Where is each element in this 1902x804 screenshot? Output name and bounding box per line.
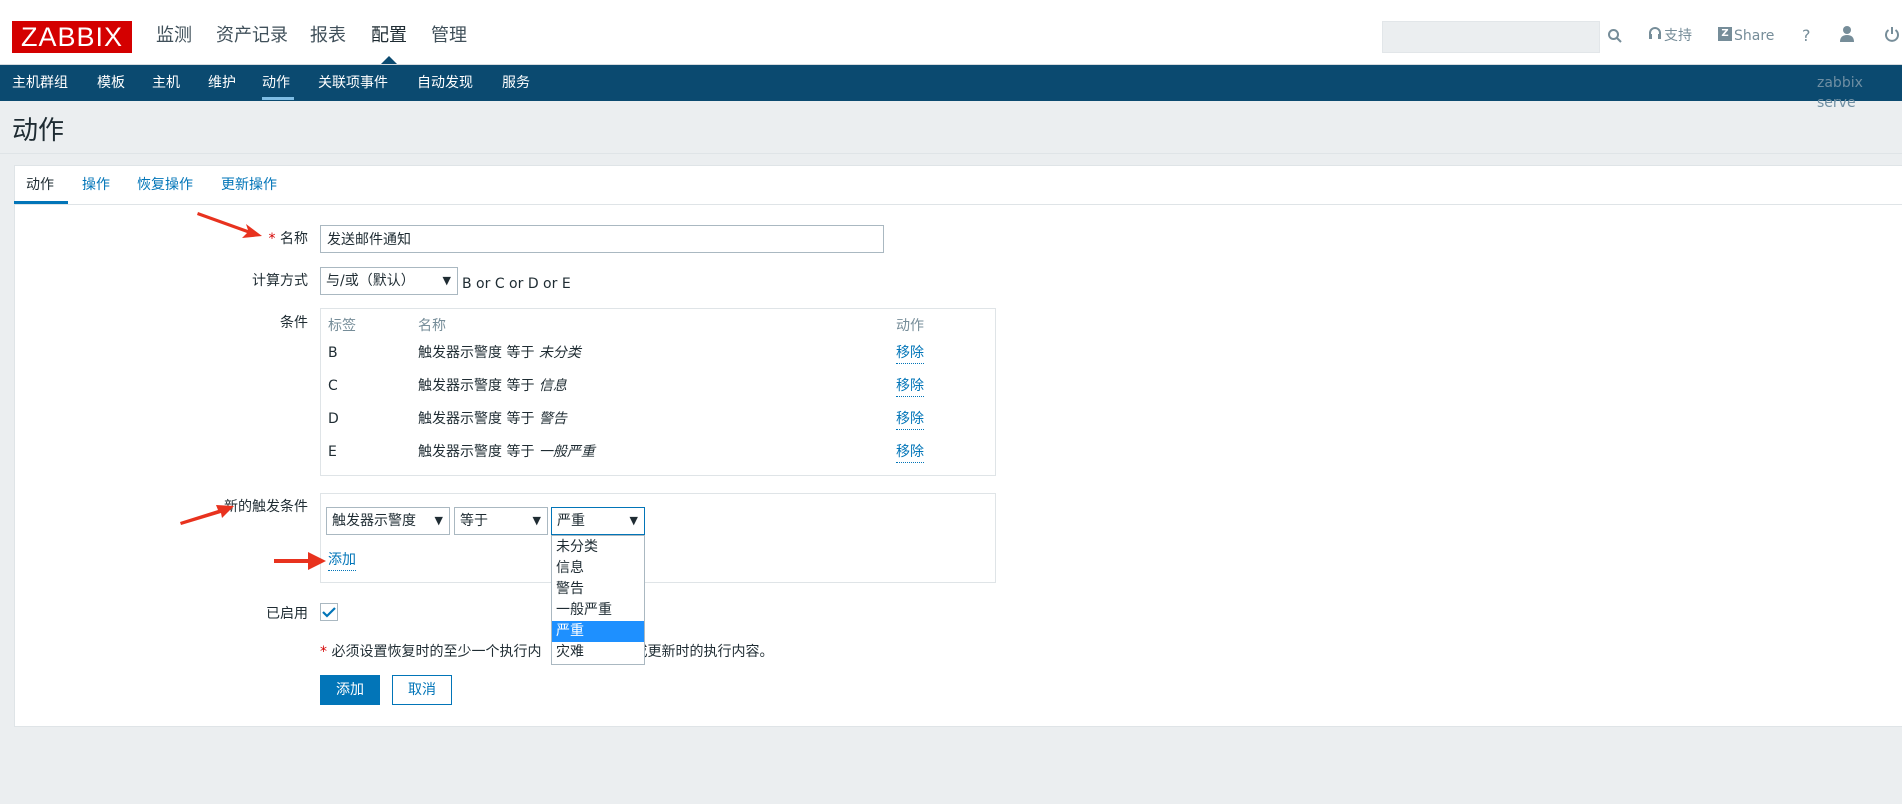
calculation-expression: B or C or D or E — [462, 276, 571, 292]
add-condition-link[interactable]: 添加 — [328, 550, 356, 571]
nav-administration[interactable]: 管理 — [431, 22, 467, 50]
condition-text: 触发器示警度 等于 信息 — [418, 378, 567, 394]
headset-icon — [1648, 27, 1662, 41]
share-z-icon: Z — [1718, 27, 1732, 41]
tab-operations[interactable]: 操作 — [82, 175, 110, 195]
enabled-checkbox[interactable] — [320, 603, 338, 621]
user-profile-icon[interactable] — [1839, 25, 1855, 43]
annotation-arrow-icon — [180, 505, 234, 525]
severity-option[interactable]: 未分类 — [552, 537, 644, 558]
share-link[interactable]: Share — [1734, 22, 1774, 50]
calculation-select[interactable]: 与/或（默认） ▼ — [320, 267, 458, 295]
active-tab-indicator — [14, 201, 68, 204]
condition-tag: C — [328, 378, 338, 394]
col-header-action: 动作 — [896, 318, 924, 334]
condition-tag: D — [328, 411, 339, 427]
calculation-label: 计算方式 — [252, 273, 308, 289]
condition-text: 触发器示警度 等于 未分类 — [418, 345, 581, 361]
nav-inventory[interactable]: 资产记录 — [216, 22, 288, 50]
col-header-label: 标签 — [328, 318, 356, 334]
dropdown-arrow-icon: ▼ — [629, 514, 638, 527]
subnav-actions[interactable]: 动作 — [262, 73, 290, 93]
page-title: 动作 — [12, 116, 65, 146]
condition-text: 触发器示警度 等于 一般严重 — [418, 444, 595, 460]
annotation-arrow-icon — [274, 552, 326, 570]
col-header-name: 名称 — [418, 318, 446, 334]
add-button[interactable]: 添加 — [320, 675, 380, 705]
severity-option-selected[interactable]: 严重 — [552, 621, 644, 642]
condition-tag: E — [328, 444, 337, 460]
condition-severity-select[interactable]: 严重 ▼ — [551, 507, 645, 535]
title-divider — [0, 153, 1902, 154]
condition-type-select[interactable]: 触发器示警度 ▼ — [326, 507, 450, 535]
remove-condition-link[interactable]: 移除 — [896, 442, 924, 463]
dropdown-arrow-icon: ▼ — [434, 514, 443, 527]
tab-action[interactable]: 动作 — [26, 175, 54, 195]
dropdown-arrow-icon: ▼ — [442, 274, 451, 287]
subnav-event-correlation[interactable]: 关联项事件 — [318, 73, 388, 93]
dropdown-arrow-icon: ▼ — [532, 514, 541, 527]
severity-dropdown-list: 未分类 信息 警告 一般严重 严重 灾难 — [551, 535, 645, 665]
conditions-label: 条件 — [280, 315, 308, 331]
severity-option[interactable]: 一般严重 — [552, 600, 644, 621]
annotation-arrow-icon — [197, 212, 262, 238]
name-input[interactable]: 发送邮件通知 — [320, 225, 884, 253]
server-name: zabbix serve — [1817, 75, 1863, 111]
condition-tag: B — [328, 345, 338, 361]
nav-reports[interactable]: 报表 — [310, 22, 346, 50]
subnav-discovery[interactable]: 自动发现 — [417, 73, 473, 93]
active-nav-caret — [381, 56, 397, 64]
tab-update-operations[interactable]: 更新操作 — [221, 175, 277, 195]
nav-monitoring[interactable]: 监测 — [156, 22, 192, 50]
help-icon[interactable]: ? — [1802, 22, 1811, 50]
nav-configuration[interactable]: 配置 — [371, 22, 407, 50]
remove-condition-link[interactable]: 移除 — [896, 409, 924, 430]
support-link[interactable]: 支持 — [1664, 22, 1692, 50]
severity-option[interactable]: 警告 — [552, 579, 644, 600]
subnav-active-indicator — [262, 97, 294, 100]
remove-condition-link[interactable]: 移除 — [896, 376, 924, 397]
search-icon[interactable] — [1604, 25, 1626, 47]
zabbix-logo[interactable]: ZABBIX — [12, 21, 132, 53]
subnav-hosts[interactable]: 主机 — [152, 73, 180, 93]
condition-text: 触发器示警度 等于 警告 — [418, 411, 567, 427]
tab-recovery-operations[interactable]: 恢复操作 — [137, 175, 193, 195]
subnav-services[interactable]: 服务 — [502, 73, 530, 93]
sign-out-icon[interactable] — [1884, 25, 1900, 43]
subnav-maintenance[interactable]: 维护 — [208, 73, 236, 93]
subnav-host-groups[interactable]: 主机群组 — [12, 73, 68, 93]
enabled-label: 已启用 — [266, 606, 308, 622]
search-input[interactable] — [1382, 21, 1600, 53]
tabs-divider — [14, 204, 1902, 205]
cancel-button[interactable]: 取消 — [392, 675, 452, 705]
subnav-templates[interactable]: 模板 — [97, 73, 125, 93]
remove-condition-link[interactable]: 移除 — [896, 343, 924, 364]
severity-option[interactable]: 信息 — [552, 558, 644, 579]
requirement-note: * 必须设置恢复时的至少一个执行内 或更新时的执行内容。 — [320, 644, 774, 660]
severity-option[interactable]: 灾难 — [552, 642, 644, 663]
condition-operator-select[interactable]: 等于 ▼ — [454, 507, 548, 535]
